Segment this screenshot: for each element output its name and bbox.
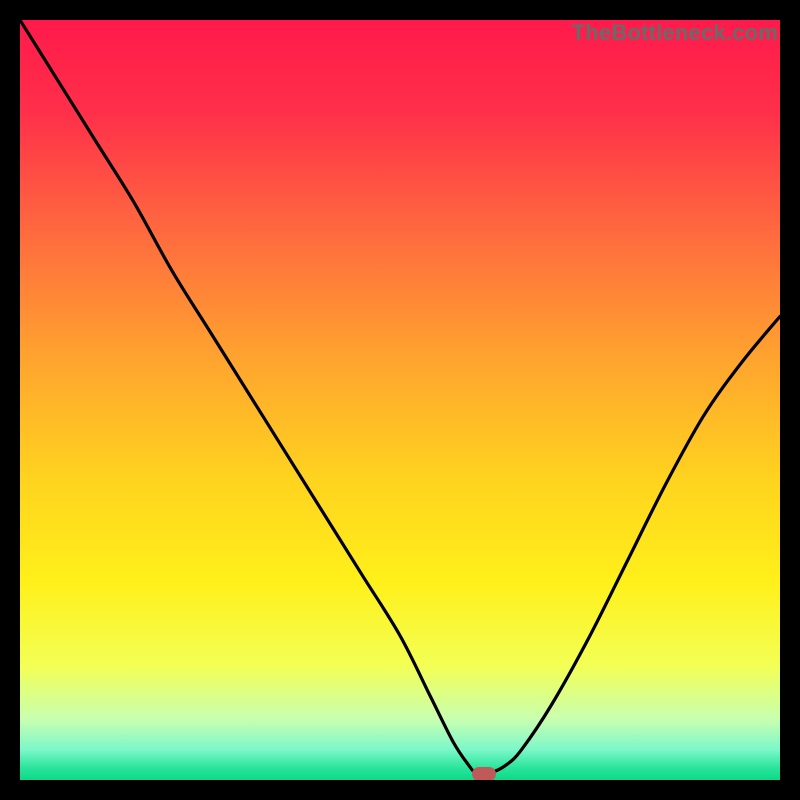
minimum-marker-icon (472, 767, 496, 780)
chart-frame: TheBottleneck.com (0, 0, 800, 800)
plot-area: TheBottleneck.com (20, 20, 780, 780)
bottleneck-curve (20, 20, 780, 780)
